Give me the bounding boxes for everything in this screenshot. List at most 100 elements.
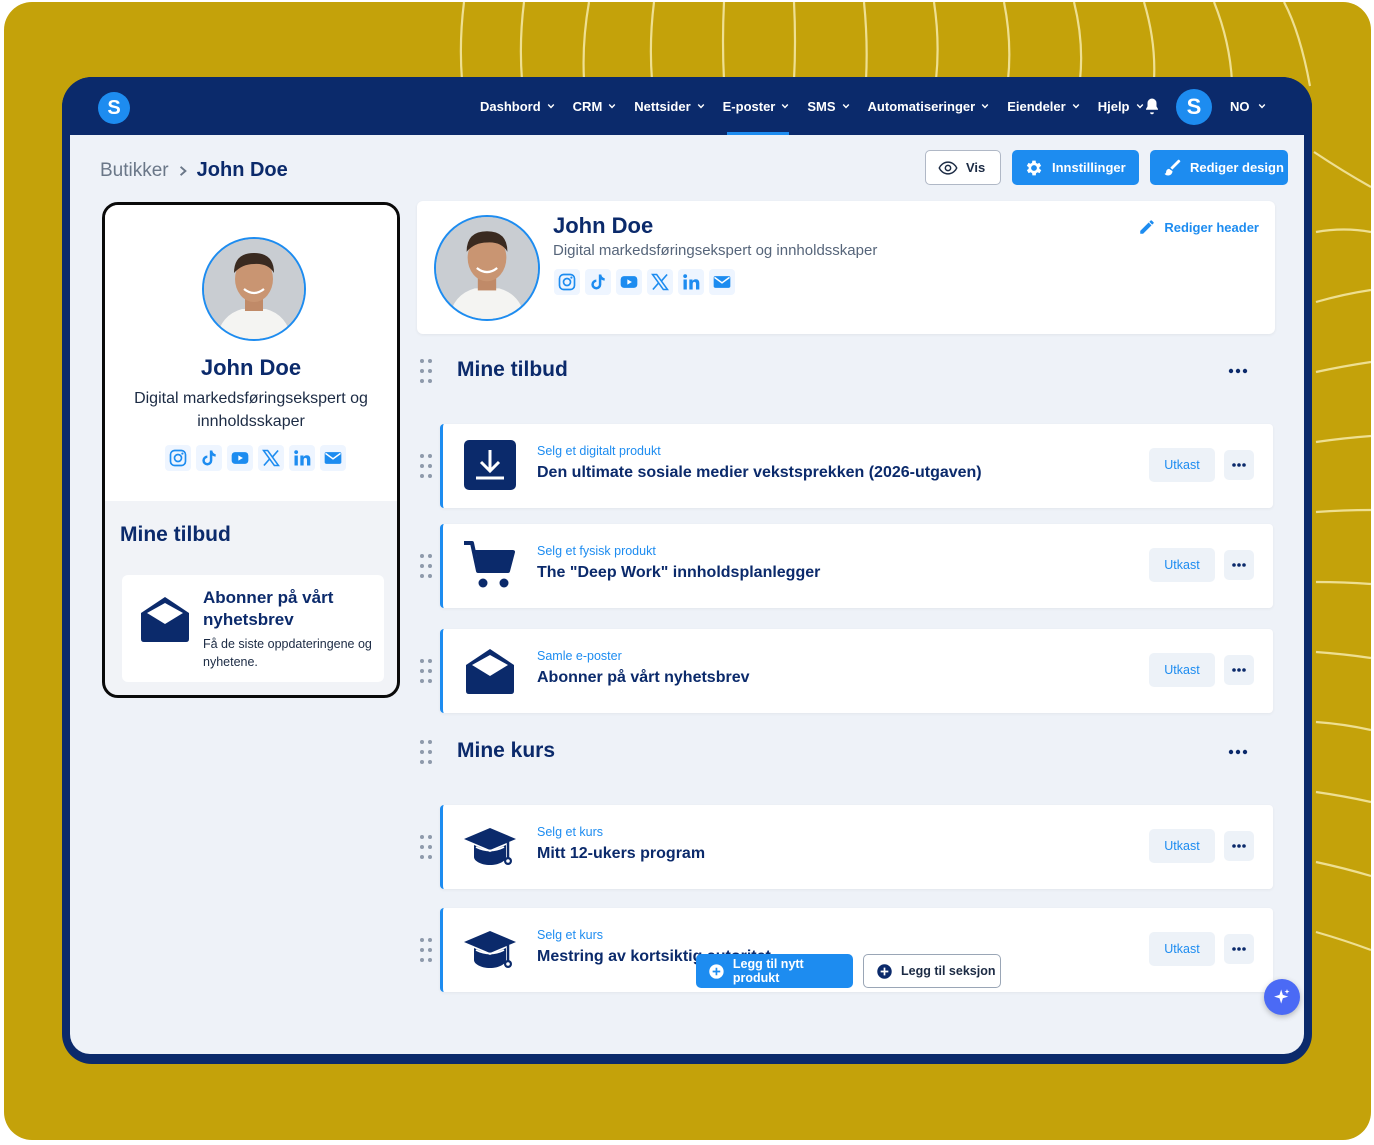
status-badge[interactable]: Utkast — [1149, 548, 1215, 582]
offer-card[interactable]: Selg et fysisk produkt The "Deep Work" in… — [440, 524, 1273, 608]
nav-item-label: Hjelp — [1097, 98, 1130, 114]
nav-item-sms[interactable]: SMS — [807, 77, 849, 135]
add-section-button[interactable]: Legg til seksjon — [863, 954, 1001, 988]
linkedin-icon[interactable] — [678, 269, 704, 295]
offer-card[interactable]: Selg et kurs Mitt 12-ukers program Utkast — [440, 805, 1273, 889]
logo[interactable]: S — [98, 92, 130, 124]
status-badge[interactable]: Utkast — [1149, 932, 1215, 966]
chevron-down-icon — [1072, 104, 1080, 109]
plus-circle-icon — [709, 963, 724, 979]
preview-section-title: Mine tilbud — [120, 523, 231, 546]
drag-handle-icon[interactable] — [418, 358, 434, 384]
offer-kind: Selg et digitalt produkt — [537, 444, 661, 458]
chevron-down-icon — [608, 104, 616, 109]
x-icon[interactable] — [647, 269, 673, 295]
drag-handle-icon[interactable] — [418, 834, 434, 860]
chevron-down-icon — [981, 104, 989, 109]
linkedin-icon[interactable] — [289, 445, 315, 471]
youtube-icon[interactable] — [227, 445, 253, 471]
language-selector[interactable]: NO — [1230, 77, 1266, 135]
x-icon[interactable] — [258, 445, 284, 471]
top-navbar: S Dashbord CRM Nettsider E-poster SMS Automat… — [62, 77, 1312, 135]
breadcrumb-parent[interactable]: Butikker — [100, 160, 169, 182]
nav-item-crm[interactable]: CRM — [573, 77, 617, 135]
chevron-down-icon — [782, 104, 789, 109]
offer-kind: Selg et fysisk produkt — [537, 544, 656, 558]
download-icon — [462, 440, 518, 492]
edit-design-button[interactable]: Rediger design — [1150, 150, 1288, 185]
bell-icon[interactable] — [1143, 97, 1161, 115]
app-window: S Dashbord CRM Nettsider E-poster SMS Automat… — [62, 77, 1312, 1064]
avatar — [434, 215, 540, 321]
status-badge[interactable]: Utkast — [1149, 448, 1215, 482]
view-button-label: Vis — [966, 160, 986, 175]
nav-item-label: CRM — [572, 98, 603, 114]
user-avatar[interactable]: S — [1176, 89, 1212, 125]
chevron-down-icon — [697, 104, 704, 109]
drag-handle-icon[interactable] — [418, 658, 434, 684]
preview-card-description: Få de siste oppdateringene og nyhetene. — [203, 637, 372, 669]
gear-icon — [1026, 160, 1042, 175]
profile-social-links — [554, 269, 740, 295]
tiktok-icon[interactable] — [196, 445, 222, 471]
add-product-button[interactable]: Legg til nytt produkt — [696, 954, 853, 988]
nav-item-e-poster[interactable]: E-poster — [723, 77, 790, 135]
breadcrumb: Butikker John Doe — [100, 159, 288, 182]
drag-handle-icon[interactable] — [418, 739, 434, 765]
plus-circle-icon — [877, 963, 892, 979]
view-button[interactable]: Vis — [925, 150, 1001, 185]
preview-offer-card[interactable]: Abonner på vårt nyhetsbrev Få de siste o… — [122, 575, 384, 682]
email-icon[interactable] — [320, 445, 346, 471]
nav-item-dashbord[interactable]: Dashbord — [480, 77, 555, 135]
status-badge[interactable]: Utkast — [1149, 653, 1215, 687]
chevron-right-icon — [179, 165, 187, 176]
nav-item-label: E-poster — [722, 98, 776, 114]
nav-item-nettsider[interactable]: Nettsider — [634, 77, 704, 135]
offer-title: Den ultimate sosiale medier vekstsprekke… — [537, 464, 982, 481]
settings-button[interactable]: Innstillinger — [1012, 150, 1139, 185]
instagram-icon[interactable] — [554, 269, 580, 295]
nav-item-hjelp[interactable]: Hjelp — [1098, 77, 1144, 135]
nav-item-eiendeler[interactable]: Eiendeler — [1007, 77, 1080, 135]
section-title: Mine kurs — [457, 739, 556, 762]
offer-more-icon[interactable] — [1224, 450, 1254, 480]
chevron-down-icon — [547, 104, 554, 109]
nav-item-label: Dashbord — [480, 98, 541, 114]
drag-handle-icon[interactable] — [418, 937, 434, 963]
preview-header: John Doe Digital markedsføringsekspert o… — [105, 205, 397, 501]
drag-handle-icon[interactable] — [418, 553, 434, 579]
preview-subtitle: Digital markedsføringsekspert og innhold… — [134, 390, 368, 430]
youtube-icon[interactable] — [616, 269, 642, 295]
chevron-down-icon — [1258, 104, 1265, 109]
sparkle-icon — [1274, 989, 1290, 1004]
nav-item-label: Eiendeler — [1007, 98, 1066, 114]
ai-assistant-button[interactable] — [1264, 979, 1300, 1015]
nav-item-automatiseringer[interactable]: Automatiseringer — [868, 77, 990, 135]
envelope-icon — [141, 597, 189, 642]
offer-card[interactable]: Samle e-poster Abonner på vårt nyhetsbrev… — [440, 629, 1273, 713]
offer-more-icon[interactable] — [1224, 655, 1254, 685]
section-more-icon[interactable] — [1226, 745, 1250, 759]
offer-card[interactable]: Selg et kurs Mestring av kortsiktig autor… — [440, 908, 1273, 992]
preview-card-title: Abonner på vårt nyhetsbrev — [203, 588, 334, 629]
offer-more-icon[interactable] — [1224, 831, 1254, 861]
offer-more-icon[interactable] — [1224, 934, 1254, 964]
preview-name: John Doe — [200, 355, 302, 380]
offer-more-icon[interactable] — [1224, 550, 1254, 580]
envelope-icon — [462, 645, 518, 697]
tiktok-icon[interactable] — [585, 269, 611, 295]
email-icon[interactable] — [709, 269, 735, 295]
offer-card[interactable]: Selg et digitalt produkt Den ultimate sos… — [440, 424, 1273, 508]
profile-header-card: John Doe Digital markedsføringsekspert o… — [417, 201, 1275, 334]
instagram-icon[interactable] — [165, 445, 191, 471]
edit-header-button[interactable]: Rediger header — [1138, 218, 1259, 236]
drag-handle-icon[interactable] — [418, 453, 434, 479]
settings-button-label: Innstillinger — [1052, 160, 1126, 175]
section-more-icon[interactable] — [1226, 364, 1250, 378]
offer-kind: Selg et kurs — [537, 825, 604, 839]
nav-item-label: Automatiseringer — [867, 98, 976, 114]
profile-name: John Doe — [553, 213, 654, 238]
main-content: Butikker John Doe Vis Innstillinger Redi… — [70, 135, 1304, 1054]
pencil-icon — [1140, 220, 1155, 234]
status-badge[interactable]: Utkast — [1149, 829, 1215, 863]
